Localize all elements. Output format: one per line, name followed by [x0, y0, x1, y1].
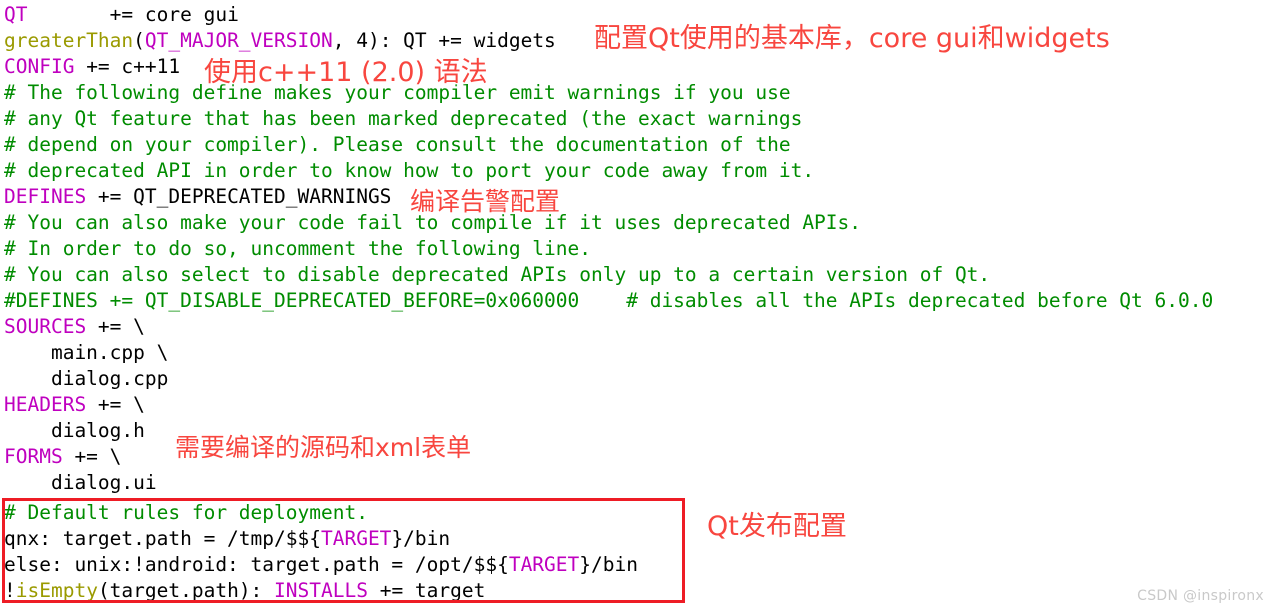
code-token-plain: (target.path): — [97, 579, 275, 602]
code-line: # You can also select to disable depreca… — [4, 262, 990, 288]
code-token-comment: # In order to do so, uncomment the follo… — [4, 237, 591, 260]
code-token-var: SOURCES — [4, 315, 87, 338]
code-token-plain: , 4): QT += widgets — [332, 29, 556, 52]
code-token-var: QT — [4, 3, 28, 26]
code-token-plain: += \ — [86, 315, 145, 338]
code-token-var: TARGET — [320, 527, 392, 550]
code-token-plain: main.cpp \ — [4, 341, 169, 364]
code-token-plain: += QT_DEPRECATED_WARNINGS — [86, 185, 392, 208]
code-token-plain: += c++11 — [74, 55, 181, 78]
code-line: # depend on your compiler). Please consu… — [4, 132, 791, 158]
code-token-plain: += \ — [86, 393, 145, 416]
code-token-var: INSTALLS — [274, 579, 368, 602]
csdn-watermark: CSDN @inspironx — [1137, 588, 1264, 604]
code-line: DEFINES += QT_DEPRECATED_WARNINGS — [4, 184, 391, 210]
code-token-comment: # depend on your compiler). Please consu… — [4, 133, 791, 156]
code-token-comment: #DEFINES += QT_DISABLE_DEPRECATED_BEFORE… — [4, 289, 1214, 312]
code-token-plain: ! — [4, 579, 16, 602]
annotation-sources-forms: 需要编译的源码和xml表单 — [175, 433, 472, 462]
code-token-comment: # deprecated API in order to know how to… — [4, 159, 815, 182]
code-line: main.cpp \ — [4, 340, 168, 366]
code-token-punct: ( — [133, 29, 145, 52]
code-token-var: TARGET — [508, 553, 580, 576]
code-token-plain: += core gui — [27, 3, 239, 26]
code-line: # Default rules for deployment. — [4, 500, 368, 526]
code-line: SOURCES += \ — [4, 314, 145, 340]
code-token-var: QT_MAJOR_VERSION — [144, 29, 333, 52]
annotation-cpp11: 使用c++11 (2.0) 语法 — [204, 57, 488, 88]
code-line: qnx: target.path = /tmp/$${TARGET}/bin — [4, 526, 450, 552]
code-line: # deprecated API in order to know how to… — [4, 158, 814, 184]
annotation-warnings: 编译告警配置 — [410, 187, 561, 216]
code-line: dialog.h — [4, 418, 145, 444]
annotation-qt-libs: 配置Qt使用的基本库，core gui和widgets — [594, 23, 1110, 54]
code-line: dialog.cpp — [4, 366, 168, 392]
code-line: # In order to do so, uncomment the follo… — [4, 236, 591, 262]
code-token-plain: }/bin — [391, 527, 451, 550]
code-token-func: isEmpty — [15, 579, 98, 602]
code-token-comment: # any Qt feature that has been marked de… — [4, 107, 803, 130]
code-token-plain: dialog.cpp — [4, 367, 169, 390]
code-line: # any Qt feature that has been marked de… — [4, 106, 802, 132]
annotation-deploy: Qt发布配置 — [707, 511, 847, 542]
code-token-plain: else: unix:!android: target.path = /opt/… — [4, 553, 509, 576]
code-token-comment: # Default rules for deployment. — [4, 501, 368, 524]
code-line: CONFIG += c++11 — [4, 54, 180, 80]
code-line: FORMS += \ — [4, 444, 121, 470]
code-editor-surface: QT += core gui greaterThan(QT_MAJOR_VERSI… — [0, 0, 1274, 610]
code-token-var: FORMS — [4, 445, 63, 468]
code-token-plain: += \ — [62, 445, 122, 468]
code-token-plain: qnx: target.path = /tmp/$${ — [4, 527, 321, 550]
code-line: #DEFINES += QT_DISABLE_DEPRECATED_BEFORE… — [4, 288, 1213, 314]
code-token-var: DEFINES — [4, 185, 87, 208]
code-line: HEADERS += \ — [4, 392, 145, 418]
code-token-var: HEADERS — [4, 393, 87, 416]
code-token-plain: }/bin — [579, 553, 638, 576]
code-token-plain: dialog.h — [4, 419, 145, 442]
code-line: !isEmpty(target.path): INSTALLS += targe… — [4, 578, 485, 604]
code-token-plain: dialog.ui — [4, 471, 157, 494]
code-line: else: unix:!android: target.path = /opt/… — [4, 552, 638, 578]
code-token-func: greaterThan — [4, 29, 134, 52]
code-token-comment: # You can also select to disable depreca… — [4, 263, 991, 286]
code-token-var: CONFIG — [4, 55, 75, 78]
code-line: QT += core gui — [4, 2, 239, 28]
code-line: dialog.ui — [4, 470, 157, 496]
code-token-plain: += target — [367, 579, 486, 602]
